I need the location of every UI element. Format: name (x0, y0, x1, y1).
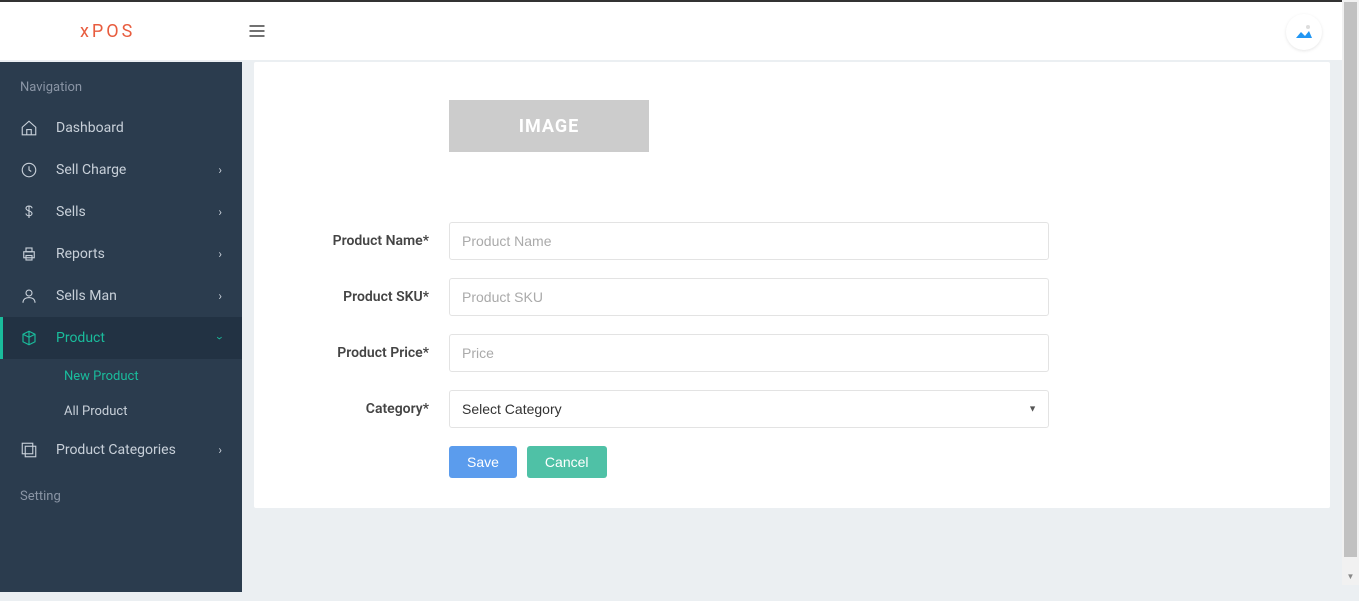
form-row-product-name: Product Name* (294, 222, 1290, 260)
sidebar-item-sell-charge[interactable]: Sell Charge › (0, 149, 242, 191)
sidebar-item-label: Sells Man (56, 288, 117, 304)
sidebar-item-dashboard[interactable]: Dashboard (0, 107, 242, 149)
sidebar-item-label: Reports (56, 246, 105, 262)
topbar: xPOS (0, 2, 1342, 60)
product-price-label: Product Price* (294, 345, 449, 361)
printer-icon (20, 245, 38, 263)
chevron-down-icon: › (213, 336, 227, 340)
chevron-right-icon: › (218, 443, 222, 457)
logo[interactable]: xPOS (20, 21, 242, 42)
category-label: Category* (294, 401, 449, 417)
scroll-down-arrow-icon[interactable]: ▼ (1342, 568, 1359, 585)
vertical-scrollbar-thumb[interactable] (1344, 2, 1357, 557)
chevron-right-icon: › (218, 289, 222, 303)
sidebar-item-sells[interactable]: Sells › (0, 191, 242, 233)
layers-icon (20, 441, 38, 459)
vertical-scrollbar[interactable]: ▼ (1342, 0, 1359, 585)
product-sku-input[interactable] (449, 278, 1049, 316)
sidebar: Navigation Dashboard Sell Charge › Sells… (0, 62, 242, 592)
nav-section-header: Navigation (0, 62, 242, 107)
sidebar-item-label: Sell Charge (56, 162, 126, 178)
user-icon (20, 287, 38, 305)
form-row-product-price: Product Price* (294, 334, 1290, 372)
sidebar-item-label: Sells (56, 204, 86, 220)
cube-icon (20, 329, 38, 347)
sidebar-subitem-all-product[interactable]: All Product (0, 394, 242, 429)
sidebar-item-sells-man[interactable]: Sells Man › (0, 275, 242, 317)
hamburger-icon (247, 21, 267, 41)
form-row-category: Category* Select Category (294, 390, 1290, 428)
clock-icon (20, 161, 38, 179)
home-icon (20, 119, 38, 137)
chevron-right-icon: › (218, 205, 222, 219)
product-image-upload[interactable]: IMAGE (449, 100, 649, 152)
sidebar-item-label: Product Categories (56, 442, 176, 458)
product-sku-label: Product SKU* (294, 289, 449, 305)
menu-toggle-button[interactable] (242, 16, 272, 46)
dollar-icon (20, 203, 38, 221)
nav-section-header-setting: Setting (0, 471, 242, 516)
avatar[interactable] (1286, 14, 1322, 50)
chevron-right-icon: › (218, 247, 222, 261)
sidebar-item-reports[interactable]: Reports › (0, 233, 242, 275)
chevron-right-icon: › (218, 163, 222, 177)
main-content: IMAGE Product Name* Product SKU* Product… (242, 62, 1342, 592)
form-row-product-sku: Product SKU* (294, 278, 1290, 316)
product-name-input[interactable] (449, 222, 1049, 260)
sidebar-item-label: Product (56, 330, 105, 346)
product-price-input[interactable] (449, 334, 1049, 372)
sidebar-subitem-new-product[interactable]: New Product (0, 359, 242, 394)
category-select[interactable]: Select Category (449, 390, 1049, 428)
save-button[interactable]: Save (449, 446, 517, 478)
cancel-button[interactable]: Cancel (527, 446, 607, 478)
sidebar-item-product[interactable]: Product › (0, 317, 242, 359)
sidebar-item-label: Dashboard (56, 120, 124, 136)
product-form-card: IMAGE Product Name* Product SKU* Product… (254, 62, 1330, 508)
product-name-label: Product Name* (294, 233, 449, 249)
sidebar-submenu-product: New Product All Product (0, 359, 242, 429)
sidebar-item-product-categories[interactable]: Product Categories › (0, 429, 242, 471)
form-buttons: Save Cancel (449, 446, 1290, 478)
image-placeholder-icon (1292, 20, 1316, 44)
